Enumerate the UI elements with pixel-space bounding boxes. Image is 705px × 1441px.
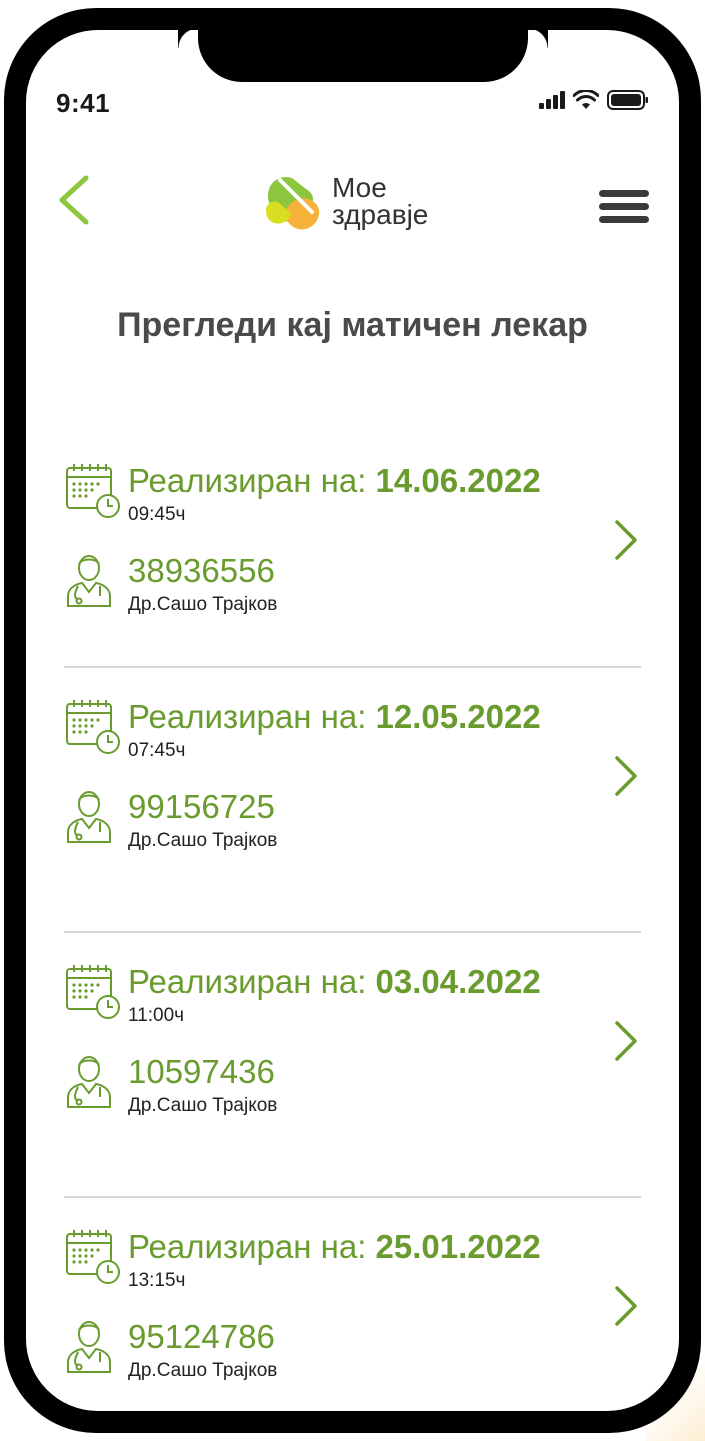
visit-id: 10597436 <box>128 1053 275 1090</box>
calendar-clock-icon <box>66 965 120 1019</box>
logo-wordmark: Мое здравје <box>332 172 429 230</box>
visit-date: Реализиран на: 25.01.2022 <box>128 1228 541 1265</box>
visit-card[interactable]: Реализиран на: 14.06.2022 09:45ч 3893655… <box>64 462 641 668</box>
hamburger-menu-icon[interactable] <box>599 190 649 228</box>
page-title: Прегледи кај матичен лекар <box>117 306 588 344</box>
visit-doctor: Др.Сашо Трајков <box>128 1360 278 1381</box>
wifi-icon <box>573 90 599 109</box>
status-icons <box>539 90 649 110</box>
chevron-right-icon <box>615 1286 637 1326</box>
chevron-right-icon <box>615 756 637 796</box>
visit-time: 11:00ч <box>128 1005 185 1026</box>
visit-doctor: Др.Сашо Трајков <box>128 1095 278 1116</box>
visit-doctor-row: 10597436 Др.Сашо Трајков <box>64 1053 277 1117</box>
doctor-icon <box>67 791 111 843</box>
visit-date-row: Реализиран на: 14.06.2022 09:45ч <box>64 462 541 526</box>
phone-notch <box>198 30 548 82</box>
visit-id: 38936556 <box>128 552 275 589</box>
visit-time: 09:45ч <box>128 504 186 525</box>
visit-doctor-row: 95124786 Др.Сашо Трајков <box>64 1318 277 1382</box>
visit-date-row: Реализиран на: 25.01.2022 13:15ч <box>64 1228 541 1292</box>
app-header: Мое здравје <box>26 170 679 240</box>
visit-doctor: Др.Сашо Трајков <box>128 594 278 615</box>
chevron-right-icon <box>615 1021 637 1061</box>
visit-doctor-row: 38936556 Др.Сашо Трајков <box>64 552 277 616</box>
visit-doctor-row: 99156725 Др.Сашо Трајков <box>64 788 277 852</box>
visit-id: 95124786 <box>128 1318 275 1355</box>
visit-time: 07:45ч <box>128 740 186 761</box>
menu-bar <box>599 216 649 223</box>
visit-doctor: Др.Сашо Трајков <box>128 830 278 851</box>
calendar-clock-icon <box>66 700 120 754</box>
visit-date-row: Реализиран на: 03.04.2022 11:00ч <box>64 963 541 1027</box>
chevron-right-icon <box>615 520 637 560</box>
visit-card[interactable]: Реализиран на: 12.05.2022 07:45ч 9915672… <box>64 698 641 933</box>
status-bar: 9:41 <box>56 88 649 120</box>
visit-time: 13:15ч <box>128 1270 186 1291</box>
visit-card[interactable]: Реализиран на: 25.01.2022 13:15ч 9512478… <box>64 1228 641 1411</box>
app-screenshot: 9:41 Мое здравје Прегледи кај матичен ле… <box>0 0 705 1441</box>
visit-date: Реализиран на: 12.05.2022 <box>128 698 541 735</box>
visit-date: Реализиран на: 03.04.2022 <box>128 963 541 1000</box>
doctor-icon <box>67 1056 111 1108</box>
visit-date: Реализиран на: 14.06.2022 <box>128 462 541 499</box>
back-button[interactable] <box>56 174 96 230</box>
visit-id: 99156725 <box>128 788 275 825</box>
menu-bar <box>599 203 649 210</box>
signal-bars-icon <box>539 91 565 109</box>
app-logo: Мое здравје <box>262 170 428 232</box>
visit-card[interactable]: Реализиран на: 03.04.2022 11:00ч 1059743… <box>64 963 641 1198</box>
phone-frame: 9:41 Мое здравје Прегледи кај матичен ле… <box>4 8 701 1433</box>
phone-screen: 9:41 Мое здравје Прегледи кај матичен ле… <box>26 30 679 1411</box>
doctor-icon <box>67 1321 111 1373</box>
logo-line-2: здравје <box>332 199 429 230</box>
menu-bar <box>599 190 649 197</box>
logo-line-1: Мое <box>332 172 387 203</box>
calendar-clock-icon <box>66 1230 120 1284</box>
visit-date-row: Реализиран на: 12.05.2022 07:45ч <box>64 698 541 762</box>
heart-logo-icon <box>266 176 320 230</box>
calendar-clock-icon <box>66 464 120 518</box>
doctor-icon <box>67 555 111 607</box>
chevron-left-icon <box>59 175 89 225</box>
status-time: 9:41 <box>56 88 111 118</box>
visit-list: Реализиран на: 14.06.2022 09:45ч 3893655… <box>64 462 641 1411</box>
battery-icon <box>607 90 648 110</box>
